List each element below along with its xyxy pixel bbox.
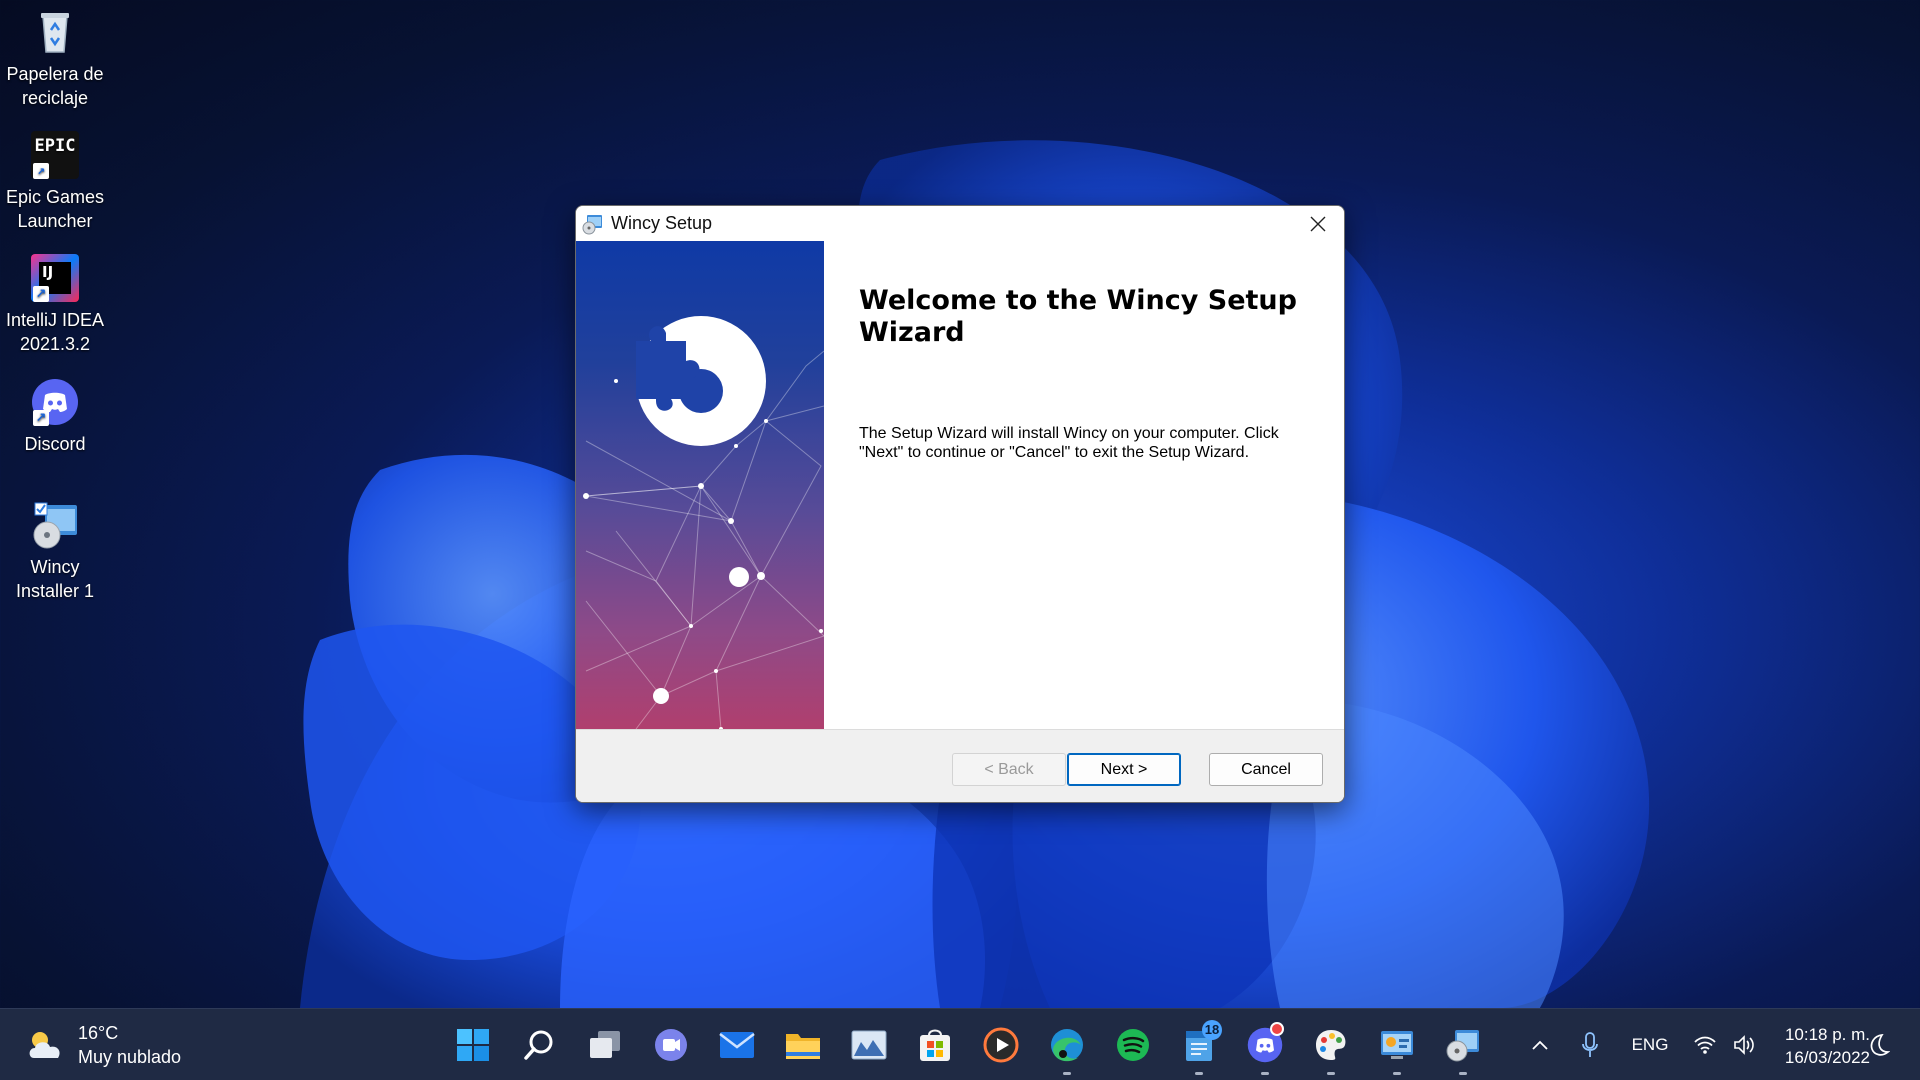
desktop-icon-wincy-installer[interactable]: Wincy Installer 1 xyxy=(0,495,110,603)
wizard-banner xyxy=(576,241,824,729)
running-indicator xyxy=(1327,1072,1335,1075)
desktop-icon-label: Discord xyxy=(24,434,86,454)
search-button[interactable] xyxy=(506,1009,572,1080)
installer-icon xyxy=(31,501,79,549)
mail-app[interactable] xyxy=(704,1009,770,1080)
clock[interactable]: 10:18 p. m. 16/03/2022 xyxy=(1760,1023,1870,1069)
task-view-button[interactable] xyxy=(572,1009,638,1080)
microphone-icon xyxy=(1582,1032,1598,1057)
running-indicator xyxy=(1195,1072,1203,1075)
weather-widget[interactable]: 16°C Muy nublado xyxy=(26,1021,181,1069)
edge-app[interactable] xyxy=(1034,1009,1100,1080)
running-indicator xyxy=(1393,1072,1401,1075)
weather-temperature: 16°C xyxy=(78,1023,119,1043)
desktop-icon-label: IntelliJ IDEA 2021.3.2 xyxy=(5,310,105,354)
desktop-icon-label: Wincy Installer 1 xyxy=(15,557,95,601)
clock-time: 10:18 p. m. xyxy=(1784,1025,1870,1044)
control-panel-icon xyxy=(1381,1031,1413,1059)
notification-badge: 18 xyxy=(1202,1020,1222,1040)
show-hidden-icons-button[interactable] xyxy=(1515,1039,1565,1051)
network-graphic xyxy=(583,316,824,729)
close-button[interactable] xyxy=(1292,206,1344,241)
setup-dialog: Wincy Setup Welcome to the Wincy Setup W… xyxy=(575,205,1345,803)
system-tray: ENG xyxy=(1515,1009,1765,1080)
spotify-icon xyxy=(1117,1029,1149,1061)
desktop-icon-label: Epic Games Launcher xyxy=(5,187,105,231)
running-indicator xyxy=(1063,1072,1071,1075)
media-player-app[interactable] xyxy=(968,1009,1034,1080)
close-icon xyxy=(1310,216,1326,231)
desktop-icon-recycle-bin[interactable]: Papelera de reciclaje xyxy=(0,2,110,110)
desktop-icon-label: Papelera de reciclaje xyxy=(6,64,104,108)
photos-icon xyxy=(851,1030,887,1060)
epic-games-icon: EPIC ↗ xyxy=(31,131,79,179)
wizard-content: Welcome to the Wincy Setup Wizard The Se… xyxy=(824,241,1344,729)
weather-text: 16°C Muy nublado xyxy=(78,1021,181,1069)
folder-icon xyxy=(786,1034,820,1059)
shortcut-arrow-icon: ↗ xyxy=(33,163,49,179)
store-icon xyxy=(920,1029,950,1061)
task-view-icon xyxy=(590,1031,620,1058)
wifi-button[interactable] xyxy=(1685,1035,1725,1055)
photos-app[interactable] xyxy=(836,1009,902,1080)
search-icon xyxy=(524,1030,553,1060)
microphone-button[interactable] xyxy=(1565,1032,1615,1058)
language-indicator[interactable]: ENG xyxy=(1615,1035,1685,1055)
installer-icon xyxy=(582,214,602,234)
focus-assist-icon[interactable] xyxy=(1868,1033,1890,1057)
next-button[interactable]: Next > xyxy=(1067,753,1181,786)
teams-chat-icon xyxy=(655,1029,687,1061)
desktop-icon-intellij[interactable]: IJ ↗ IntelliJ IDEA 2021.3.2 xyxy=(0,248,110,356)
wincy-logo xyxy=(636,316,766,446)
title-bar[interactable]: Wincy Setup xyxy=(576,206,1344,241)
mail-icon xyxy=(719,1032,755,1058)
cloudy-weather-icon xyxy=(29,1032,60,1058)
file-explorer-app[interactable] xyxy=(770,1009,836,1080)
intellij-icon: IJ ↗ xyxy=(31,254,79,302)
paint-app[interactable] xyxy=(1298,1009,1364,1080)
media-play-icon xyxy=(983,1027,1019,1063)
taskbar: 16°C Muy nublado 18 ENG 10:18 p. m. 16/0… xyxy=(0,1008,1920,1080)
shortcut-arrow-icon: ↗ xyxy=(33,410,49,426)
volume-button[interactable] xyxy=(1725,1035,1765,1055)
store-app[interactable] xyxy=(902,1009,968,1080)
recycle-bin-icon xyxy=(31,8,79,56)
wifi-icon xyxy=(1694,1036,1716,1054)
paint-icon xyxy=(1316,1030,1346,1060)
running-indicator xyxy=(1261,1072,1269,1075)
cancel-button[interactable]: Cancel xyxy=(1209,753,1323,786)
desktop-icon-epic-games[interactable]: EPIC ↗ Epic Games Launcher xyxy=(0,125,110,233)
start-button[interactable] xyxy=(440,1009,506,1080)
desktop-icon-discord[interactable]: ↗ Discord xyxy=(0,372,110,456)
shortcut-arrow-icon: ↗ xyxy=(33,286,49,302)
edge-icon xyxy=(1051,1029,1083,1062)
notepad-app[interactable]: 18 xyxy=(1166,1009,1232,1080)
back-button: < Back xyxy=(952,753,1066,786)
welcome-description: The Setup Wizard will install Wincy on y… xyxy=(859,425,1279,461)
control-panel-app[interactable] xyxy=(1364,1009,1430,1080)
clock-date: 16/03/2022 xyxy=(1784,1048,1870,1067)
installer-icon xyxy=(1446,1030,1479,1062)
volume-icon xyxy=(1734,1035,1754,1055)
window-title: Wincy Setup xyxy=(611,213,713,233)
welcome-heading: Welcome to the Wincy Setup Wizard xyxy=(859,285,1297,348)
taskbar-apps: 18 xyxy=(440,1009,1496,1080)
discord-icon: ↗ xyxy=(31,378,79,426)
weather-condition: Muy nublado xyxy=(78,1047,182,1067)
button-bar: < Back Next > Cancel xyxy=(576,729,1344,802)
running-indicator xyxy=(1459,1072,1467,1075)
spotify-app[interactable] xyxy=(1100,1009,1166,1080)
chevron-up-icon xyxy=(1532,1040,1548,1050)
installer-app[interactable] xyxy=(1430,1009,1496,1080)
discord-app[interactable] xyxy=(1232,1009,1298,1080)
chat-button[interactable] xyxy=(638,1009,704,1080)
windows-logo-icon xyxy=(457,1029,489,1061)
notification-dot xyxy=(1270,1022,1284,1036)
